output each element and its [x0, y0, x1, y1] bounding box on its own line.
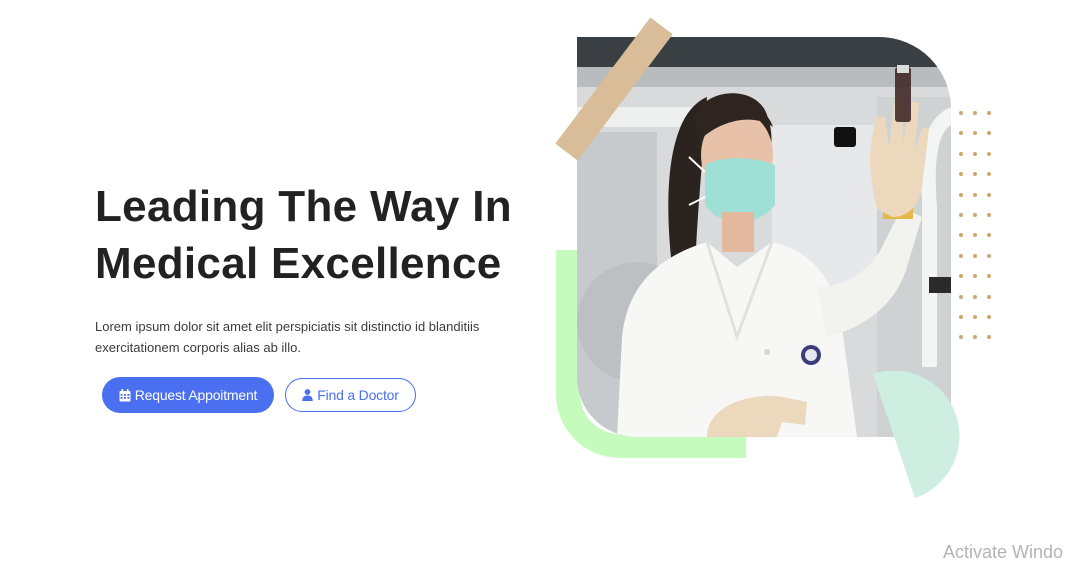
request-appointment-label: Request Appoitment	[134, 387, 258, 403]
request-appointment-button[interactable]: Request Appoitment	[102, 377, 274, 413]
hero-description-line-1: Lorem ipsum dolor sit amet elit perspici…	[95, 319, 480, 334]
hero-title: Leading The Way In Medical Excellence	[95, 178, 512, 292]
activate-windows-watermark: Activate Windo	[943, 542, 1064, 562]
user-icon	[302, 389, 313, 401]
calendar-icon	[119, 388, 131, 402]
mint-semicircle-decoration	[855, 371, 960, 501]
find-doctor-label: Find a Doctor	[317, 387, 399, 403]
hero-description-line-2: exercitationem corporis alias ab illo.	[95, 339, 301, 355]
find-doctor-button[interactable]: Find a Doctor	[285, 378, 416, 412]
dot-pattern-decoration	[959, 111, 991, 340]
hero-title-line-2: Medical Excellence	[95, 239, 502, 288]
hero-section: Leading The Way In Medical Excellence Lo…	[0, 0, 1077, 565]
hero-description: Lorem ipsum dolor sit amet elit perspici…	[95, 317, 495, 358]
hero-title-line-1: Leading The Way In	[95, 182, 512, 231]
